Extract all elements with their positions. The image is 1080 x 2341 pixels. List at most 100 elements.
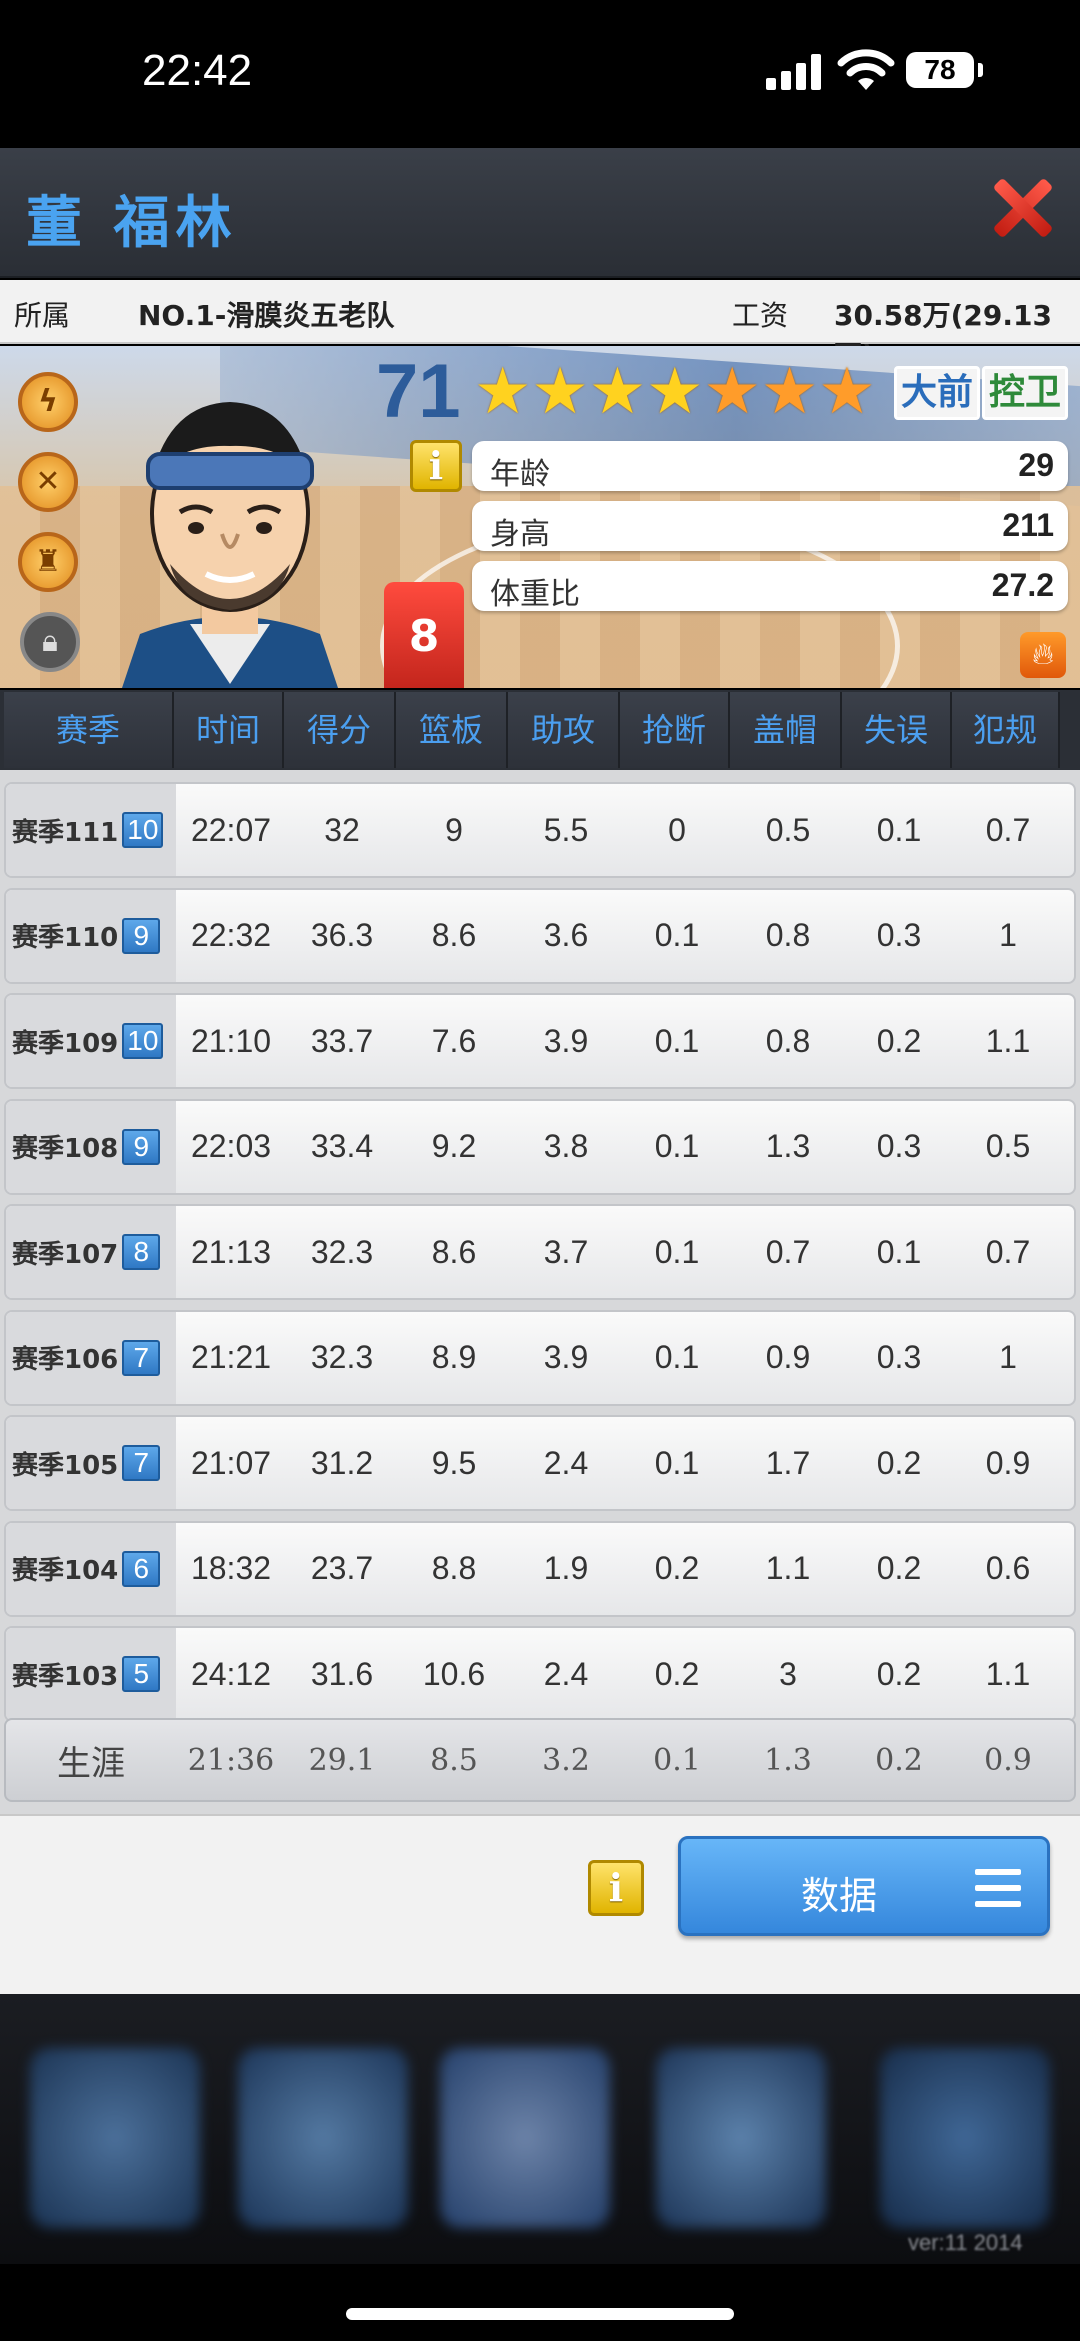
table-cell: 1	[999, 917, 1017, 953]
column-header[interactable]: 犯规	[952, 692, 1060, 768]
table-cell: 0.2	[876, 1444, 922, 1481]
column-header[interactable]: 赛季	[4, 692, 174, 768]
skill-badge-icon[interactable]: ϟ	[18, 372, 78, 432]
table-cell: 1.1	[985, 1655, 1031, 1692]
position-badge-primary: 大前	[894, 366, 981, 420]
close-icon[interactable]	[990, 176, 1054, 240]
table-row[interactable]: 赛季104 6 18:32 23.7 8.8 1.9 0.2 1.1 0.2 0.6	[4, 1520, 1076, 1617]
table-cell: 0.3	[876, 1339, 922, 1375]
jersey-icon: 8	[384, 582, 464, 688]
table-cell: 3.9	[543, 1022, 589, 1059]
table-cell: 3.6	[543, 917, 589, 953]
star-gold-icon: ★	[531, 355, 589, 429]
table-cell: 0.9	[985, 1444, 1031, 1481]
column-header[interactable]: 失误	[842, 692, 952, 768]
nav-more-icon[interactable]	[880, 2048, 1050, 2228]
battery-level: 78	[924, 54, 956, 85]
table-row[interactable]: 赛季107 8 21:13 32.3 8.6 3.7 0.1 0.7 0.1 0.7	[4, 1204, 1076, 1300]
table-cell: 8.6	[431, 917, 477, 953]
fire-icon[interactable]: 🔥︎	[1020, 632, 1066, 678]
table-row[interactable]: 赛季109 10 21:10 33.7 7.6 3.9 0.1 0.8 0.2 1.1	[4, 993, 1076, 1089]
table-cell: 0.3	[876, 917, 922, 953]
table-cell: 0.6	[985, 1550, 1031, 1586]
table-row[interactable]: 赛季108 9 22:03 33.4 9.2 3.8 0.1 1.3 0.3 0.5	[4, 1098, 1076, 1195]
season-cell: 赛季107 8	[6, 1206, 176, 1298]
table-cell: 33.4	[310, 1128, 374, 1164]
info-icon[interactable]: i	[588, 1860, 644, 1916]
table-cell: 5.5	[543, 811, 589, 848]
bottom-nav: ver:11 2014	[0, 1994, 1080, 2264]
season-level-badge: 6	[122, 1550, 161, 1587]
table-cell: 0.8	[765, 1022, 811, 1059]
table-cell: 0.8	[765, 917, 811, 953]
attribute-value: 29	[1018, 447, 1054, 483]
season-level-badge: 10	[122, 812, 164, 848]
career-cell: 0.1	[653, 1742, 701, 1778]
nav-chat-icon[interactable]	[656, 2048, 826, 2228]
season-label: 赛季105	[12, 1450, 119, 1481]
season-label: 赛季106	[12, 1345, 119, 1375]
table-cell: 0.1	[654, 1444, 700, 1481]
career-cell: 3.2	[542, 1742, 590, 1778]
nav-star-icon[interactable]	[30, 2048, 200, 2228]
team-name: NO.1-滑膜炎五老队	[138, 299, 395, 332]
dialog-title-bar: 董 福林	[0, 148, 1080, 278]
table-cell: 3.9	[543, 1339, 589, 1375]
table-cell: 21:07	[190, 1444, 272, 1481]
career-cell: 8.5	[430, 1742, 478, 1778]
table-cell: 21:13	[190, 1233, 272, 1270]
table-cell: 36.3	[310, 917, 374, 953]
table-cell: 32	[324, 811, 360, 848]
table-row[interactable]: 赛季111 10 22:07 32 9 5.5 0 0.5 0.1 0.7	[4, 782, 1076, 878]
career-cell: 0.9	[984, 1742, 1032, 1778]
column-header[interactable]: 时间	[174, 692, 284, 768]
version-label: ver:11 2014	[908, 2230, 1023, 2255]
table-cell: 31.6	[310, 1655, 374, 1692]
info-icon[interactable]: i	[410, 440, 462, 492]
table-cell: 0.7	[985, 811, 1031, 848]
column-header[interactable]: 篮板	[396, 692, 508, 768]
lock-icon[interactable]: 🔒︎	[20, 612, 80, 672]
table-row[interactable]: 赛季110 9 22:32 36.3 8.6 3.6 0.1 0.8 0.3 1	[4, 887, 1076, 984]
attribute-value: 211	[1002, 507, 1054, 543]
table-cell: 0.1	[654, 1233, 700, 1270]
table-cell: 3.8	[543, 1128, 589, 1164]
column-header[interactable]: 助攻	[508, 692, 620, 768]
season-cell: 赛季104 6	[6, 1522, 176, 1615]
season-label: 赛季110	[12, 923, 119, 953]
skill-badge-icon[interactable]: ✕	[18, 452, 78, 512]
career-cell: 29.1	[308, 1742, 376, 1778]
table-cell: 0.3	[876, 1128, 922, 1164]
home-indicator[interactable]	[346, 2308, 734, 2320]
table-cell: 9.2	[431, 1128, 477, 1164]
table-cell: 0.2	[876, 1550, 922, 1586]
data-button-label: 数据	[801, 1874, 878, 1918]
nav-currency-icon[interactable]	[238, 2048, 408, 2228]
table-cell: 0.9	[765, 1339, 811, 1375]
column-header[interactable]: 得分	[284, 692, 396, 768]
star-orange-icon: ★	[703, 355, 761, 429]
table-cell: 33.7	[310, 1022, 374, 1059]
data-button[interactable]: 数据	[678, 1836, 1050, 1936]
table-cell: 0.2	[654, 1550, 700, 1586]
season-level-badge: 7	[122, 1339, 161, 1376]
star-rating: ★ ★ ★ ★ ★ ★ ★	[474, 358, 876, 426]
table-cell: 8.6	[431, 1233, 477, 1270]
salary-label: 工资	[732, 299, 789, 332]
column-header[interactable]: 盖帽	[730, 692, 842, 768]
table-row[interactable]: 赛季106 7 21:21 32.3 8.9 3.9 0.1 0.9 0.3 1	[4, 1309, 1076, 1406]
star-orange-icon: ★	[760, 355, 819, 429]
table-row[interactable]: 赛季105 7 21:07 31.2 9.5 2.4 0.1 1.7 0.2 0.9	[4, 1415, 1076, 1511]
nav-roster-icon[interactable]	[440, 2048, 610, 2228]
stats-table-body[interactable]: 赛季111 10 22:07 32 9 5.5 0 0.5 0.1 0.7 赛季110 9 22:32 3…	[0, 770, 1080, 1814]
table-cell: 0.2	[654, 1655, 700, 1692]
season-label: 赛季109	[12, 1028, 119, 1059]
season-level-badge: 7	[122, 1445, 161, 1481]
season-level-badge: 5	[122, 1656, 161, 1692]
table-cell: 21:10	[190, 1022, 272, 1059]
season-cell: 赛季109 10	[6, 995, 176, 1087]
skill-badge-icon[interactable]: ♜	[18, 532, 78, 592]
table-cell: 3	[779, 1655, 797, 1692]
table-row[interactable]: 赛季103 5 24:12 31.6 10.6 2.4 0.2 3 0.2 1.1	[4, 1626, 1076, 1722]
column-header[interactable]: 抢断	[620, 692, 730, 768]
